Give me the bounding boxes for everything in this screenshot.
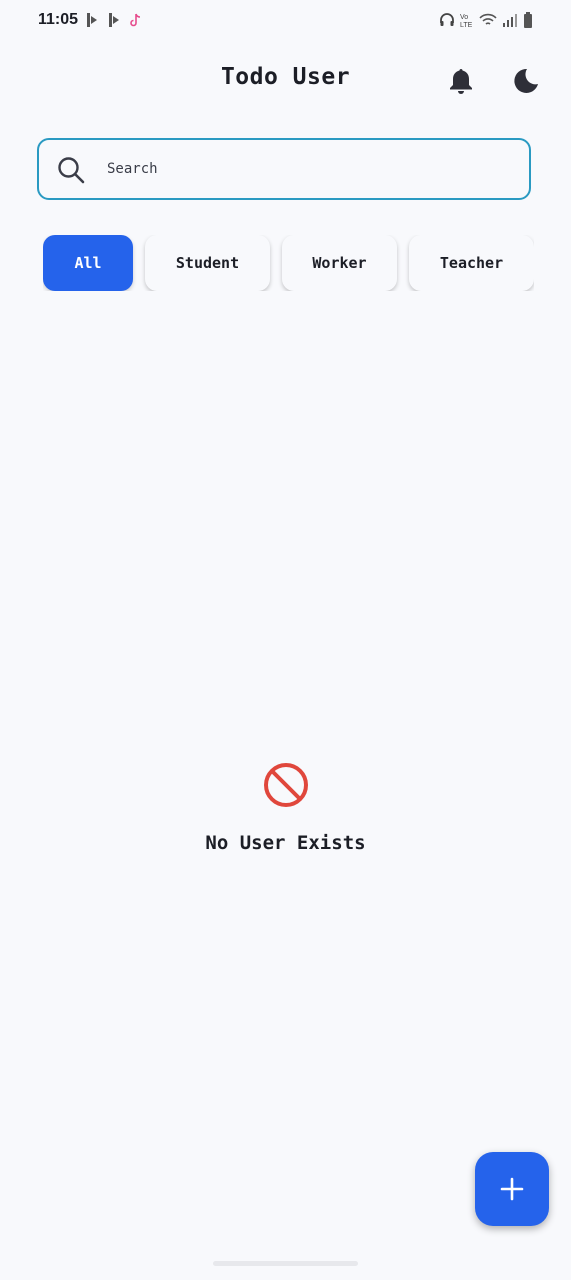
- status-bar: 11:05 Vo LTE: [0, 0, 571, 42]
- tiktok-icon: [130, 13, 141, 27]
- page-title: Todo User: [220, 64, 351, 90]
- empty-state-message: No User Exists: [205, 832, 366, 854]
- volte-icon: VoLTE: [460, 14, 473, 28]
- filter-chips: All Student Worker Teacher: [43, 235, 534, 291]
- plus-icon: [500, 1177, 524, 1201]
- wifi-icon: [479, 13, 497, 25]
- filter-chip-all[interactable]: All: [43, 235, 133, 291]
- system-status-icons: Vo LTE: [439, 12, 533, 28]
- theme-toggle-button[interactable]: [510, 66, 542, 96]
- gesture-bar[interactable]: [213, 1261, 358, 1266]
- app-notification-icon: [109, 13, 119, 27]
- bell-icon: [450, 69, 472, 94]
- filter-chip-worker[interactable]: Worker: [282, 235, 397, 291]
- search-box[interactable]: [37, 138, 531, 200]
- svg-text:LTE: LTE: [460, 22, 473, 28]
- add-user-button[interactable]: [475, 1152, 549, 1226]
- filter-chip-teacher[interactable]: Teacher: [409, 235, 534, 291]
- svg-text:Vo: Vo: [460, 14, 468, 21]
- notification-icons: [84, 12, 144, 28]
- headphones-icon: [440, 13, 454, 26]
- block-icon: [264, 763, 308, 807]
- filter-chip-student[interactable]: Student: [145, 235, 270, 291]
- search-input[interactable]: [107, 140, 507, 198]
- battery-icon: [524, 12, 532, 28]
- moon-icon: [514, 68, 538, 93]
- notifications-button[interactable]: [446, 66, 476, 96]
- search-icon: [58, 157, 85, 184]
- signal-icon: [503, 14, 517, 27]
- status-time: 11:05: [38, 11, 79, 28]
- app-notification-icon: [87, 13, 97, 27]
